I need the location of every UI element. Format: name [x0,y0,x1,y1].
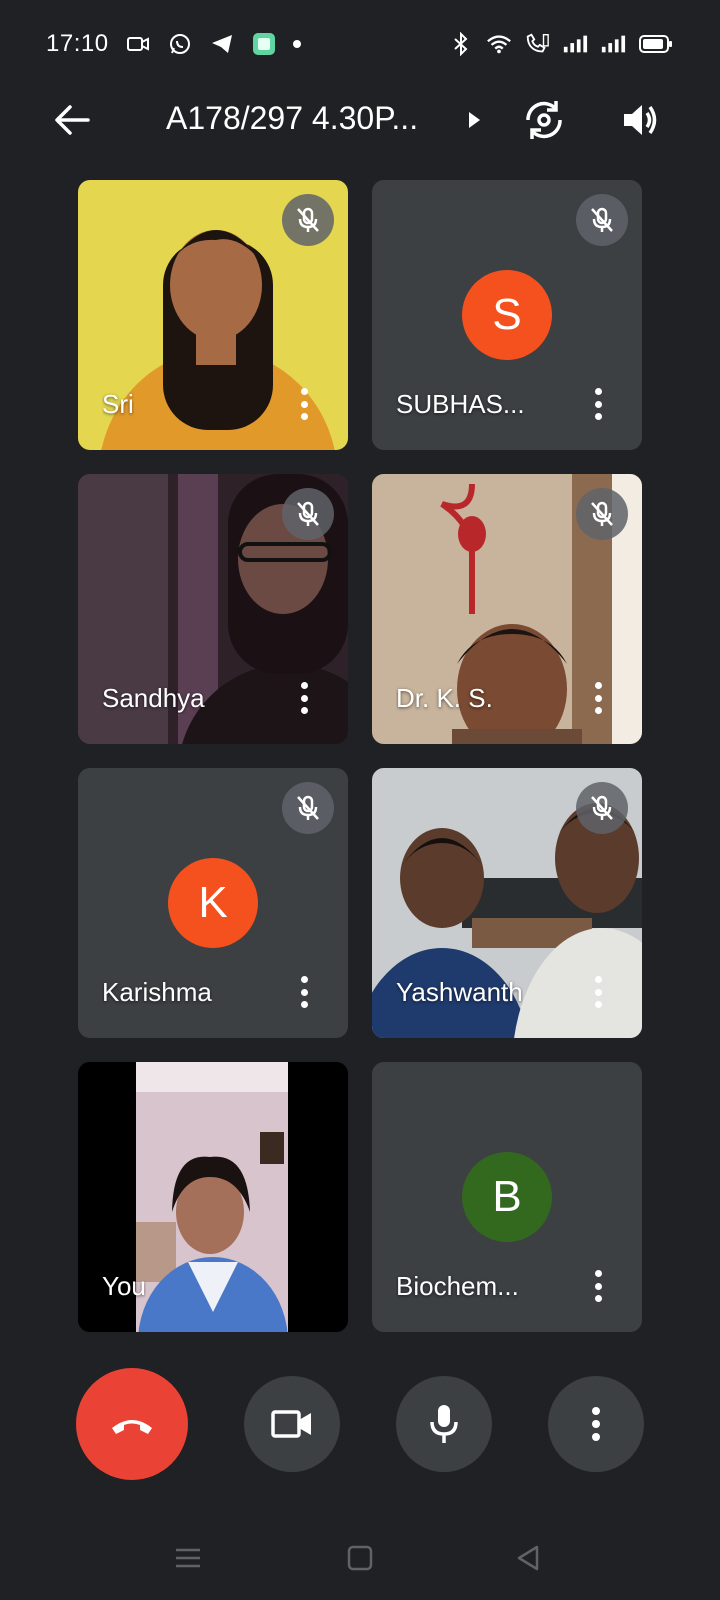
video-camera-icon [125,31,151,57]
switch-camera-button[interactable] [518,94,570,146]
participant-name: Sandhya [102,683,205,713]
participant-more-button[interactable] [294,974,314,1010]
mic-off-badge [576,194,628,246]
participant-tile[interactable]: S SUBHAS... [372,180,642,450]
status-time: 17:10 [46,30,109,57]
back-button[interactable] [48,96,96,144]
meeting-title[interactable]: A178/297 4.30P... [166,100,436,137]
participant-name: Karishma [102,977,212,1007]
participant-tile[interactable]: K Karishma [78,768,348,1038]
status-left: 17:10 [46,30,301,58]
camera-toggle-button[interactable] [244,1376,340,1472]
battery-icon [638,31,674,57]
participant-name: Yashwanth [396,977,523,1007]
speaker-icon [624,105,657,135]
avatar: K [168,858,258,948]
whatsapp-icon [167,31,193,57]
call-controls [0,1368,720,1488]
participant-tile[interactable]: Yashwanth [372,768,642,1038]
speaker-button[interactable] [614,94,666,146]
more-vert-icon [592,1407,600,1441]
status-bar: 17:10 [0,0,720,88]
participant-more-button[interactable] [588,1268,608,1304]
avatar: B [462,1152,552,1242]
switch-camera-icon [526,101,562,139]
mic-off-badge [576,782,628,834]
participant-name: Biochem... [396,1271,519,1301]
signal-icon [600,31,626,57]
volte-icon [524,31,550,57]
status-right [448,31,674,57]
participant-tile[interactable]: B Biochem... [372,1062,642,1332]
participant-tile-self[interactable]: You [78,1062,348,1332]
participant-name: Sri [102,389,134,419]
home-button[interactable] [340,1538,380,1578]
home-square-icon [347,1545,373,1571]
signal-icon [562,31,588,57]
back-nav-button[interactable] [508,1538,548,1578]
participant-name: Dr. K. S. [396,683,493,713]
expand-details-icon[interactable] [462,108,486,132]
end-call-button[interactable] [76,1368,188,1480]
participant-more-button[interactable] [588,386,608,422]
microphone-toggle-button[interactable] [396,1376,492,1472]
bluetooth-icon [448,31,474,57]
mic-off-badge [282,194,334,246]
back-arrow-icon [55,105,90,135]
app-icon [251,31,277,57]
more-options-button[interactable] [548,1376,644,1472]
hang-up-icon [112,1420,152,1434]
participant-more-button[interactable] [588,974,608,1010]
menu-lines-icon [176,1548,200,1568]
participant-name: SUBHAS... [396,389,525,419]
mic-off-badge [282,782,334,834]
mic-off-icon [297,795,319,820]
participant-tile[interactable]: Dr. K. S. [372,474,642,744]
participant-more-button[interactable] [294,386,314,422]
recents-button[interactable] [168,1538,208,1578]
mic-off-icon [591,795,613,820]
participant-tile[interactable]: Sri [78,180,348,450]
participant-tile[interactable]: Sandhya [78,474,348,744]
participant-name: You [102,1271,146,1301]
mic-off-icon [591,501,613,526]
system-navigation-bar [0,1520,720,1600]
participant-more-button[interactable] [588,680,608,716]
mic-off-icon [591,207,613,232]
meeting-header: A178/297 4.30P... [0,88,720,152]
participant-grid: Sri S SUBHAS... Sandhya Dr. K. S. K Kari… [78,180,642,1332]
video-camera-icon [271,1410,311,1438]
avatar: S [462,270,552,360]
mic-off-icon [297,501,319,526]
wifi-icon [486,31,512,57]
back-triangle-icon [517,1545,539,1571]
mic-off-badge [576,488,628,540]
microphone-icon [430,1405,458,1443]
mic-off-badge [282,488,334,540]
telegram-icon [209,31,235,57]
participant-more-button[interactable] [294,680,314,716]
mic-off-icon [297,207,319,232]
notification-dot-icon [292,40,301,48]
